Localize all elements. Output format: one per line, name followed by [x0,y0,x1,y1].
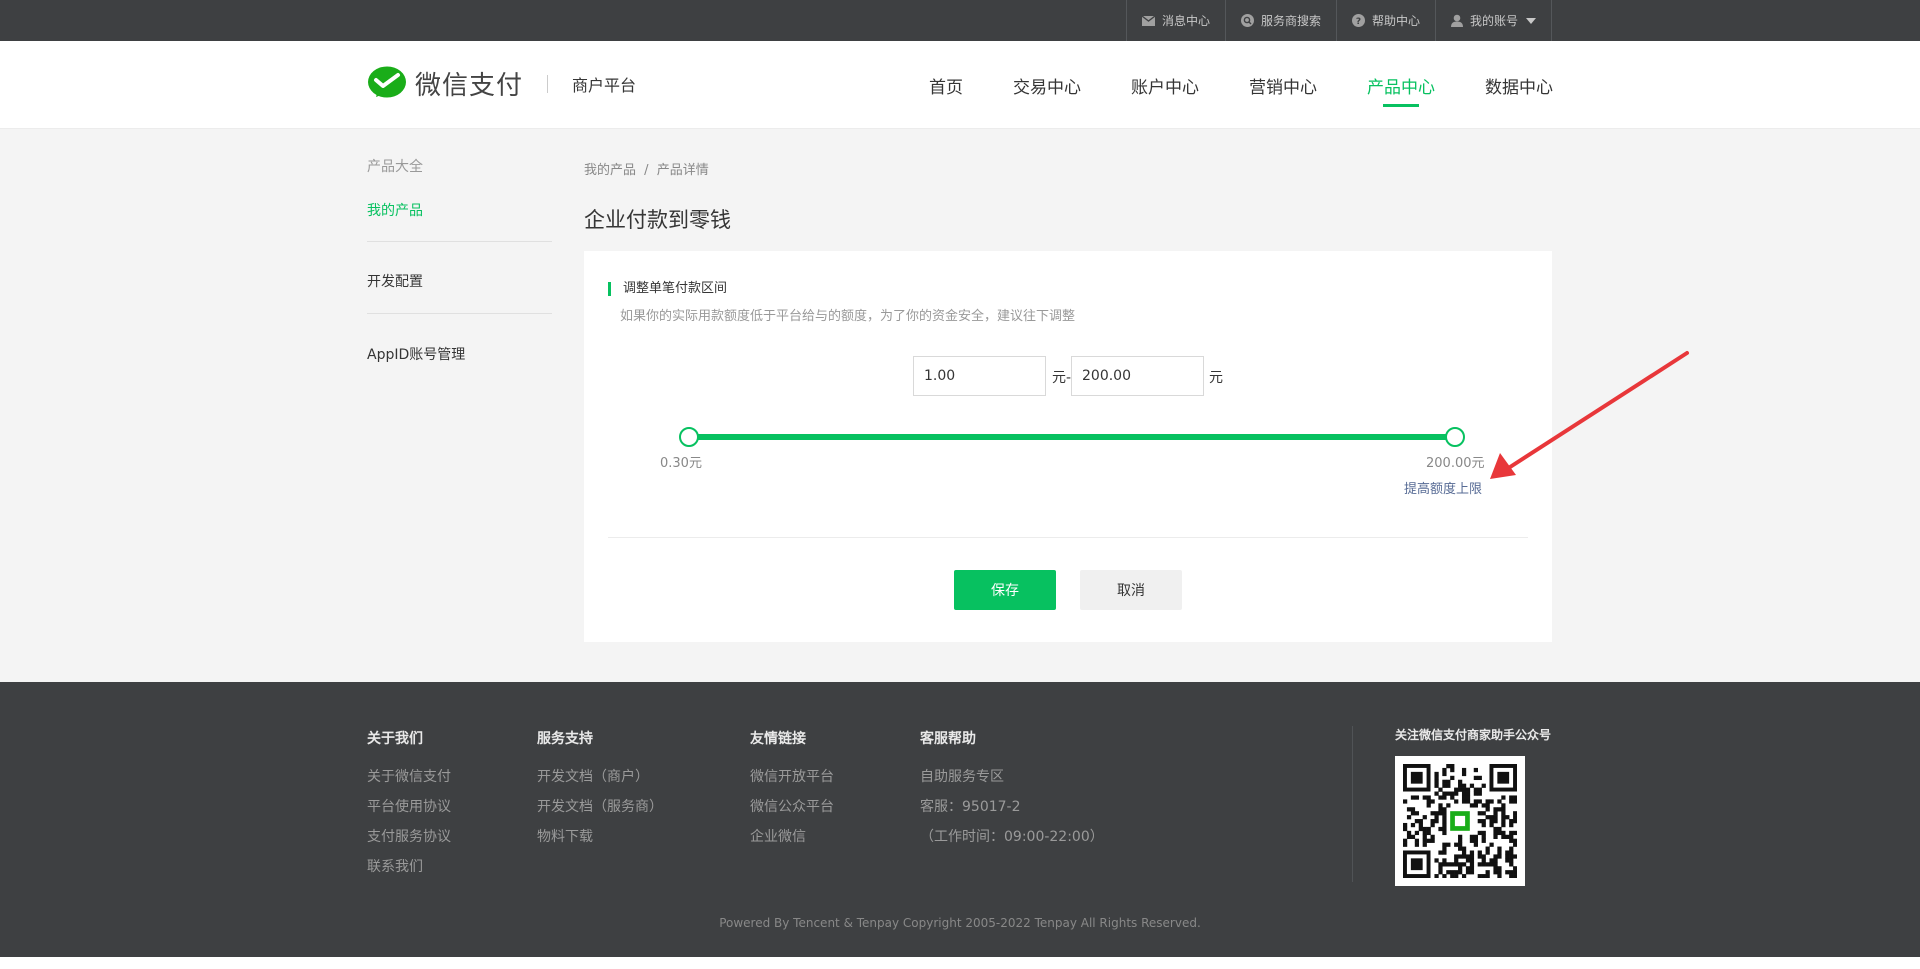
footer-link[interactable]: 关于微信支付 [367,768,451,798]
footer-link[interactable]: 微信公众平台 [750,798,834,828]
footer-link[interactable]: 自助服务专区 [920,768,1104,798]
my-account-label: 我的账号 [1469,14,1518,28]
footer-link[interactable]: 物料下载 [537,828,663,858]
footer-divider [1352,726,1353,882]
help-center-link[interactable]: ? 帮助中心 [1335,0,1435,41]
range-max-label: 200.00元 [1426,456,1485,471]
help-center-label: 帮助中心 [1371,14,1420,28]
qr-title: 关注微信支付商家助手公众号 [1395,728,1552,742]
nav-transaction-center[interactable]: 交易中心 [1013,41,1081,129]
footer-col-title: 客服帮助 [920,731,976,747]
qr-code-image [1395,756,1525,886]
card-divider [608,537,1528,538]
footer-col-links: 友情链接 微信开放平台 微信公众平台 企业微信 [750,728,834,858]
footer-col-title: 服务支持 [537,731,593,747]
max-amount-input[interactable] [1071,356,1204,396]
message-center-link[interactable]: 消息中心 [1125,0,1225,41]
breadcrumb: 我的产品 / 产品详情 [584,159,709,178]
sidebar-item-all-products[interactable]: 产品大全 [367,156,552,176]
site-header: 微信支付 商户平台 首页 交易中心 账户中心 营销中心 产品中心 数据中心 [0,41,1920,129]
footer-col-about: 关于我们 关于微信支付 平台使用协议 支付服务协议 联系我们 [367,728,451,888]
nav-account-center[interactable]: 账户中心 [1131,41,1199,129]
top-bar-menu: 消息中心 服务商搜索 ? 帮助中心 我的账号 [1125,0,1552,41]
top-bar: 消息中心 服务商搜索 ? 帮助中心 我的账号 [0,0,1920,41]
footer-link[interactable]: 支付服务协议 [367,828,451,858]
breadcrumb-separator: / [644,163,649,178]
wechat-pay-logo[interactable]: 微信支付 商户平台 [367,65,636,102]
max-amount-unit: 元 [1209,370,1223,386]
save-button[interactable]: 保存 [954,570,1056,610]
min-amount-unit: 元- [1052,370,1072,386]
range-slider-min-handle[interactable] [679,427,699,447]
footer-link[interactable]: 企业微信 [750,828,834,858]
site-footer: 关于我们 关于微信支付 平台使用协议 支付服务协议 联系我们 服务支持 开发文档… [0,682,1920,957]
provider-search-label: 服务商搜索 [1260,14,1321,28]
logo-text: 微信支付 [415,71,524,101]
sidebar-item-my-products[interactable]: 我的产品 [367,200,552,220]
page-title: 企业付款到零钱 [584,208,731,232]
merchant-platform-label: 商户平台 [572,75,637,95]
sidebar-divider [367,241,552,242]
sidebar-divider [367,313,552,314]
breadcrumb-product-detail: 产品详情 [656,163,709,178]
section-description: 如果你的实际用款额度低于平台给与的额度，为了你的资金安全，建议往下调整 [620,309,1076,324]
footer-hotline: 客服：95017-2 [920,799,1021,815]
footer-link[interactable]: 联系我们 [367,858,451,888]
cancel-button[interactable]: 取消 [1080,570,1182,610]
message-center-label: 消息中心 [1161,14,1210,28]
footer-col-support: 服务支持 开发文档（商户） 开发文档（服务商） 物料下载 [537,728,663,858]
sidebar-item-dev-config[interactable]: 开发配置 [367,271,552,291]
range-min-label: 0.30元 [660,456,702,471]
chevron-down-icon [1526,17,1536,24]
footer-link[interactable]: 开发文档（服务商） [537,798,663,828]
mail-icon [1141,15,1155,26]
help-icon: ? [1351,14,1365,27]
search-icon [1240,14,1254,27]
nav-marketing-center[interactable]: 营销中心 [1249,41,1317,129]
svg-text:?: ? [1356,17,1361,27]
provider-search-link[interactable]: 服务商搜索 [1224,0,1336,41]
payment-range-card: 调整单笔付款区间 如果你的实际用款额度低于平台给与的额度，为了你的资金安全，建议… [584,251,1552,642]
copyright-text: Powered By Tencent & Tenpay Copyright 20… [719,916,1201,930]
nav-product-center[interactable]: 产品中心 [1367,41,1435,129]
footer-col-title: 关于我们 [367,731,423,747]
footer-link[interactable]: 平台使用协议 [367,798,451,828]
page-bottom-strip [0,957,1920,969]
sidebar-item-appid-management[interactable]: AppID账号管理 [367,344,552,364]
raise-limit-link[interactable]: 提高额度上限 [1404,478,1482,497]
breadcrumb-my-products[interactable]: 我的产品 [584,163,636,178]
user-icon [1450,14,1463,27]
footer-col-help: 客服帮助 自助服务专区 客服：95017-2 （工作时间：09:00-22:00… [920,728,1104,858]
nav-home[interactable]: 首页 [929,41,963,129]
footer-link[interactable]: 微信开放平台 [750,768,834,798]
range-slider-max-handle[interactable] [1445,427,1465,447]
annotation-arrow-icon [1490,351,1689,479]
sidebar: 产品大全 我的产品 开发配置 AppID账号管理 [367,156,552,364]
my-account-menu[interactable]: 我的账号 [1434,0,1552,41]
qr-code-icon [1403,764,1518,879]
section-title: 调整单笔付款区间 [608,282,727,296]
range-slider-track[interactable] [689,434,1454,440]
wechat-pay-logo-icon [368,66,406,97]
main-nav: 首页 交易中心 账户中心 营销中心 产品中心 数据中心 [879,41,1553,129]
footer-col-title: 友情链接 [750,731,806,747]
min-amount-input[interactable] [913,356,1046,396]
footer-link[interactable]: 开发文档（商户） [537,768,663,798]
footer-working-hours: （工作时间：09:00-22:00） [920,829,1104,845]
nav-data-center[interactable]: 数据中心 [1485,41,1553,129]
logo-divider [547,74,549,93]
